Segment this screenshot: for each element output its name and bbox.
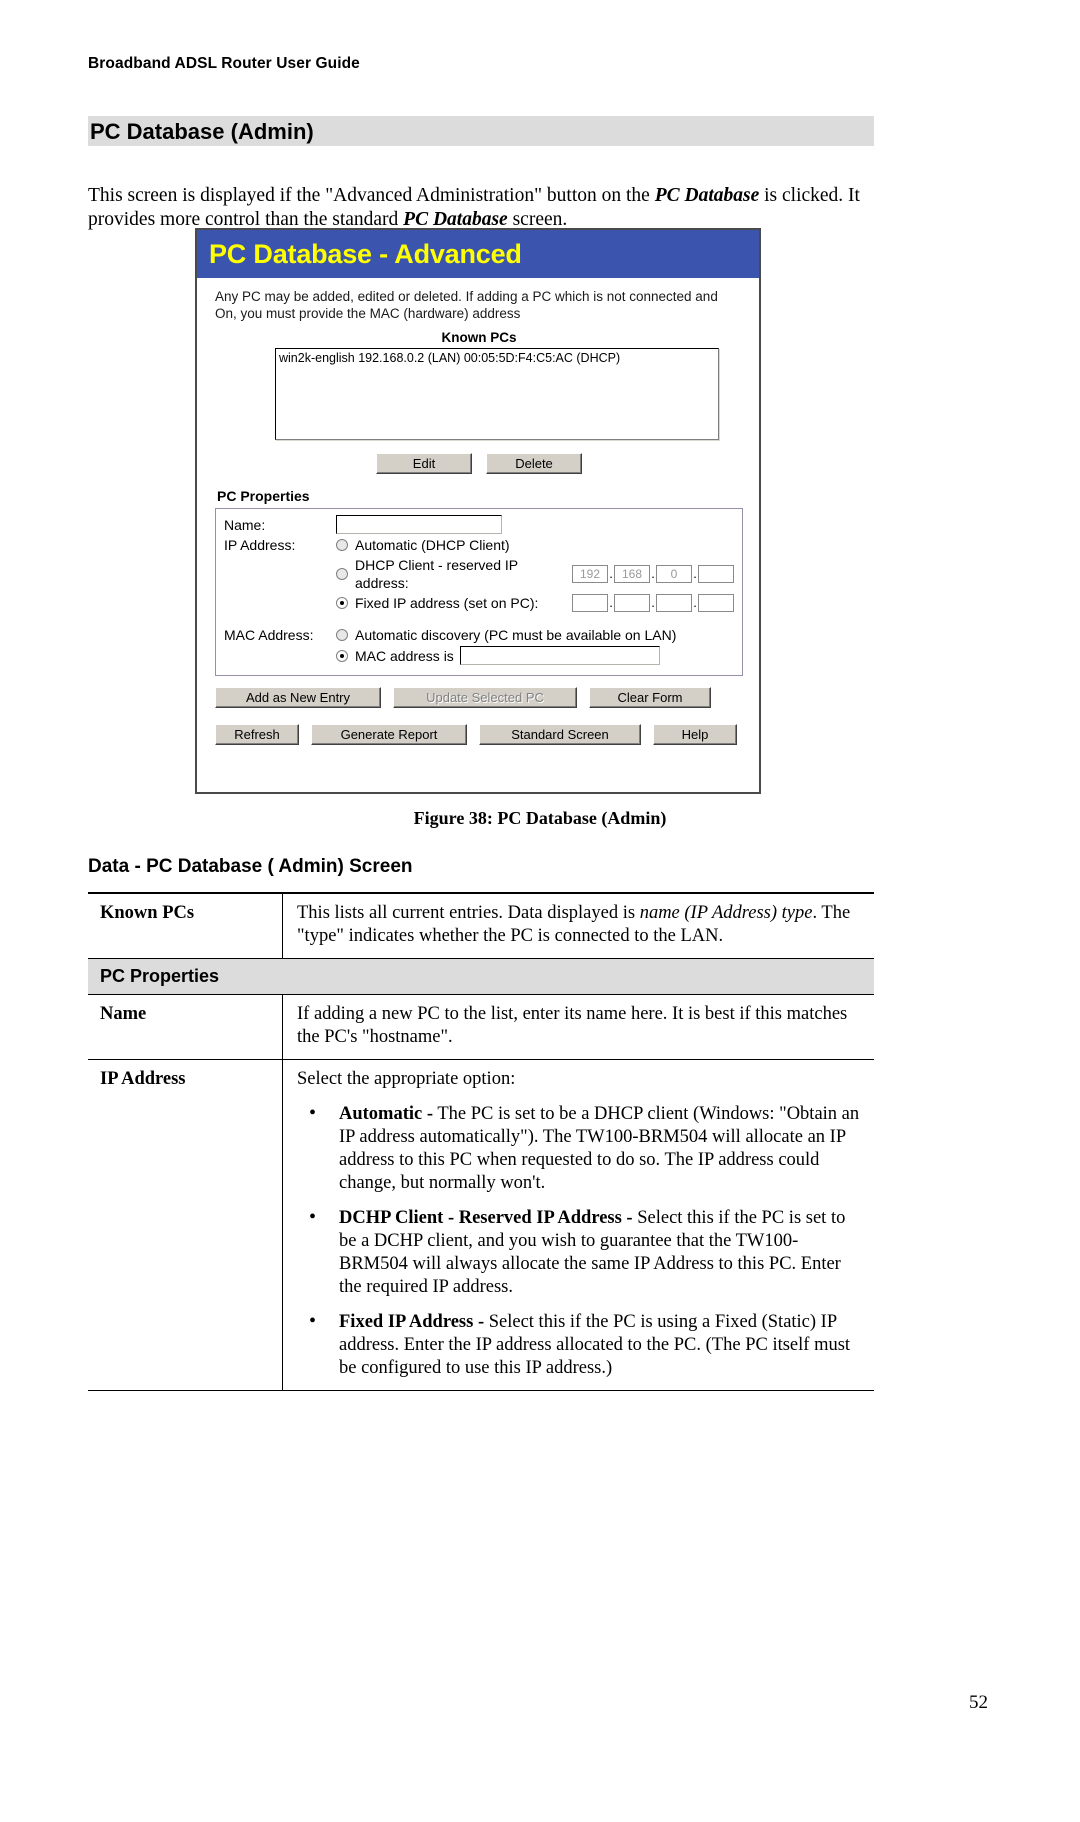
generate-report-button[interactable]: Generate Report <box>311 724 467 745</box>
screenshot-title: PC Database - Advanced <box>209 238 522 269</box>
list-item[interactable]: win2k-english 192.168.0.2 (LAN) 00:05:5D… <box>279 351 715 366</box>
intro-paragraph: This screen is displayed if the "Advance… <box>88 184 878 233</box>
screenshot-body: Any PC may be added, edited or deleted. … <box>197 278 759 745</box>
update-selected-pc-button[interactable]: Update Selected PC <box>393 687 577 708</box>
mac-address-label: MAC Address: <box>224 627 314 643</box>
radio-mac-automatic[interactable] <box>336 629 348 641</box>
edit-button[interactable]: Edit <box>376 453 472 474</box>
mac-manual-row: MAC address is <box>224 646 734 665</box>
router-screenshot-figure: PC Database - Advanced Any PC may be add… <box>195 228 761 794</box>
ip-dhcp-reserved-row: DHCP Client - reserved IP address: 192. … <box>224 556 734 592</box>
radio-ip-fixed[interactable] <box>336 597 348 609</box>
radio-ip-automatic[interactable] <box>336 539 348 551</box>
intro-text-1: This screen is displayed if the "Advance… <box>88 184 655 206</box>
mac-auto-row: MAC Address: Automatic discovery (PC mus… <box>224 626 734 644</box>
page-number: 52 <box>969 1692 988 1713</box>
mac-manual-label: MAC address is <box>355 647 454 664</box>
bullet-dhcp-reserved: DCHP Client - Reserved IP Address - Sele… <box>297 1206 864 1299</box>
section-heading-band: PC Database (Admin) <box>88 116 874 146</box>
bullet-label: DCHP Client - Reserved IP Address - <box>339 1208 633 1228</box>
name-input[interactable] <box>336 515 502 534</box>
fixed-octet-4[interactable] <box>698 594 734 612</box>
subhead-pc-properties: PC Properties <box>88 958 874 995</box>
list-action-buttons: Edit Delete <box>215 453 743 474</box>
definition-ip-address: Select the appropriate option: Automatic… <box>282 1059 874 1391</box>
ip-address-label: IP Address: <box>224 537 296 553</box>
known-pcs-label: Known PCs <box>441 330 517 345</box>
clear-form-button[interactable]: Clear Form <box>589 687 711 708</box>
screenshot-description: Any PC may be added, edited or deleted. … <box>215 289 718 321</box>
intro-emphasis-2: PC Database <box>403 209 508 230</box>
fixed-octet-1[interactable] <box>572 594 608 612</box>
fixed-ip-group: . . . <box>572 594 734 612</box>
ip-dhcp-reserved-label: DHCP Client - reserved IP address: <box>355 557 518 591</box>
help-button[interactable]: Help <box>653 724 737 745</box>
radio-ip-dhcp-reserved[interactable] <box>336 568 348 580</box>
mac-automatic-label: Automatic discovery (PC must be availabl… <box>355 627 677 643</box>
data-section-heading: Data - PC Database ( Admin) Screen <box>88 856 413 877</box>
running-header: Broadband ADSL Router User Guide <box>88 55 360 72</box>
term-name: Name <box>88 994 283 1060</box>
dhcp-octet-2[interactable]: 168 <box>614 565 650 583</box>
ip-option-bullets: Automatic - The PC is set to be a DHCP c… <box>297 1102 864 1380</box>
form-action-buttons: Add as New Entry Update Selected PC Clea… <box>215 687 743 708</box>
name-row: Name: <box>224 515 734 534</box>
definition-intro: Select the appropriate option: <box>297 1069 516 1089</box>
fixed-octet-3[interactable] <box>656 594 692 612</box>
name-label: Name: <box>224 516 266 533</box>
table-row: Known PCs This lists all current entries… <box>88 892 874 959</box>
term-known-pcs: Known PCs <box>88 892 283 959</box>
intro-text-3: screen. <box>507 209 568 230</box>
ip-fixed-label: Fixed IP address (set on PC): <box>355 595 539 611</box>
ip-fixed-row: Fixed IP address (set on PC): . . . <box>224 594 734 612</box>
definition-known-pcs: This lists all current entries. Data dis… <box>282 892 874 959</box>
page-title: PC Database (Admin) <box>90 119 314 144</box>
bullet-automatic: Automatic - The PC is set to be a DHCP c… <box>297 1102 864 1195</box>
ip-automatic-label: Automatic (DHCP Client) <box>355 537 510 553</box>
table-row: Name If adding a new PC to the list, ent… <box>88 994 874 1060</box>
known-pcs-listbox[interactable]: win2k-english 192.168.0.2 (LAN) 00:05:5D… <box>275 348 719 440</box>
refresh-button[interactable]: Refresh <box>215 724 299 745</box>
data-definition-table: Known PCs This lists all current entries… <box>88 892 874 1391</box>
pc-properties-label: PC Properties <box>217 488 310 504</box>
table-row: IP Address Select the appropriate option… <box>88 1059 874 1391</box>
dhcp-octet-1[interactable]: 192 <box>572 565 608 583</box>
ip-automatic-row: IP Address: Automatic (DHCP Client) <box>224 536 734 554</box>
bullet-label: Automatic - <box>339 1104 434 1124</box>
screenshot-title-bar: PC Database - Advanced <box>197 230 759 278</box>
document-page: Broadband ADSL Router User Guide PC Data… <box>0 0 1080 1822</box>
dhcp-octet-4[interactable] <box>698 565 734 583</box>
standard-screen-button[interactable]: Standard Screen <box>479 724 641 745</box>
dhcp-reserved-ip-group: 192. 168. 0. <box>572 565 734 583</box>
def-emphasis: name (IP Address) type <box>639 903 813 923</box>
table-subhead-row: PC Properties <box>88 958 874 995</box>
bullet-fixed: Fixed IP Address - Select this if the PC… <box>297 1310 864 1380</box>
term-ip-address: IP Address <box>88 1059 283 1391</box>
navigation-buttons: Refresh Generate Report Standard Screen … <box>215 724 743 745</box>
fixed-octet-2[interactable] <box>614 594 650 612</box>
figure-caption: Figure 38: PC Database (Admin) <box>413 808 667 828</box>
add-as-new-entry-button[interactable]: Add as New Entry <box>215 687 381 708</box>
intro-emphasis-1: PC Database <box>654 184 760 206</box>
bullet-label: Fixed IP Address - <box>339 1312 485 1332</box>
dhcp-octet-3[interactable]: 0 <box>656 565 692 583</box>
def-text-1: This lists all current entries. Data dis… <box>297 903 640 923</box>
pc-properties-box: Name: IP Address: Automatic (DHCP Client… <box>215 508 743 676</box>
definition-name: If adding a new PC to the list, enter it… <box>282 994 874 1060</box>
mac-address-input[interactable] <box>459 646 660 665</box>
delete-button[interactable]: Delete <box>486 453 582 474</box>
radio-mac-manual[interactable] <box>336 649 348 662</box>
